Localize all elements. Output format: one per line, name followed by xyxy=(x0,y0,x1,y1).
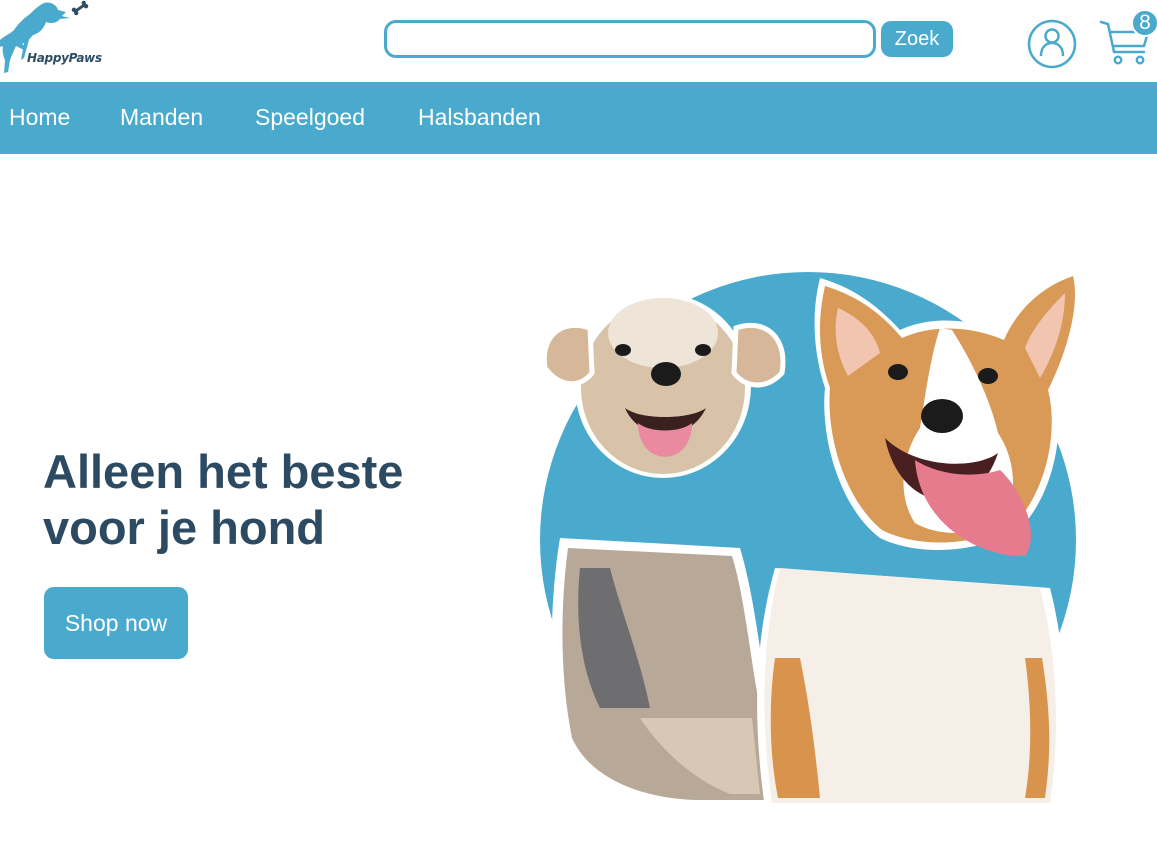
nav-item-home[interactable]: Home xyxy=(9,104,70,131)
hero-title: Alleen het beste voor je hond xyxy=(43,444,483,556)
user-circle-icon xyxy=(1027,19,1077,69)
search-button[interactable]: Zoek xyxy=(881,21,953,57)
shop-now-button[interactable]: Shop now xyxy=(44,587,188,659)
search-input[interactable] xyxy=(384,20,876,58)
dogs-illustration xyxy=(540,268,1084,808)
hero-title-line-1: Alleen het beste xyxy=(43,445,404,498)
logo-text: HappyPaws xyxy=(27,51,102,65)
happypaws-logo[interactable]: HappyPaws xyxy=(0,0,110,78)
nav-item-speelgoed[interactable]: Speelgoed xyxy=(255,104,365,131)
cart-count-badge: 8 xyxy=(1131,9,1157,37)
main-nav: Home Manden Speelgoed Halsbanden xyxy=(0,82,1157,154)
hero-title-line-2: voor je hond xyxy=(43,501,325,554)
jumping-dog-icon xyxy=(0,0,89,74)
nav-item-manden[interactable]: Manden xyxy=(120,104,203,131)
nav-item-halsbanden[interactable]: Halsbanden xyxy=(418,104,541,131)
hero-dogs-image xyxy=(520,238,1100,813)
header: HappyPaws Zoek 8 xyxy=(0,0,1157,82)
account-button[interactable] xyxy=(1026,18,1078,70)
